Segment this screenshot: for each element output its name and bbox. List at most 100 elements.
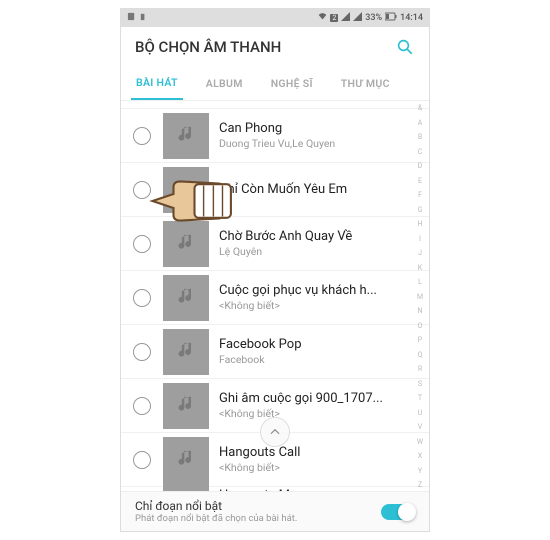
battery-pct: 33% <box>365 13 382 23</box>
alpha-letter[interactable]: S <box>413 381 427 388</box>
song-artist: <Không biết> <box>219 461 411 474</box>
alpha-letter[interactable]: X <box>413 453 427 460</box>
alpha-letter[interactable]: T <box>413 395 427 402</box>
alpha-letter[interactable]: O <box>413 323 427 330</box>
alpha-letter[interactable]: M <box>413 294 427 301</box>
song-meta: Facebook PopFacebook <box>219 337 429 366</box>
alpha-letter[interactable]: K <box>413 265 427 272</box>
sim-icon <box>127 12 136 24</box>
song-title: Ghi âm cuộc gọi 900_1707... <box>219 391 411 406</box>
song-row[interactable]: Facebook PopFacebook <box>121 325 429 379</box>
alpha-letter[interactable]: N <box>413 308 427 315</box>
select-radio[interactable] <box>133 181 151 199</box>
alpha-letter[interactable]: L <box>413 279 427 286</box>
status-bar: 2 33% 14:14 <box>121 9 429 27</box>
alpha-letter[interactable]: D <box>413 163 427 170</box>
song-meta: Chỉ Còn Muốn Yêu Em <box>219 182 429 198</box>
song-artist: <Không biết> <box>219 407 411 420</box>
song-row[interactable]: Chỉ Còn Muốn Yêu Em <box>121 163 429 217</box>
song-title: Chờ Bước Anh Quay Về <box>219 229 411 244</box>
tab-folders[interactable]: THƯ MỤC <box>336 67 395 100</box>
song-title: Can Phong <box>219 121 411 136</box>
search-button[interactable] <box>395 37 415 57</box>
select-radio[interactable] <box>133 397 151 415</box>
footer-subtitle: Phát đoạn nổi bật đã chọn của bài hát. <box>135 513 297 524</box>
scroll-to-top-button[interactable] <box>260 417 290 447</box>
music-note-icon <box>176 284 196 312</box>
alpha-letter[interactable]: H <box>413 221 427 228</box>
alpha-letter[interactable]: J <box>413 250 427 257</box>
album-thumb <box>163 221 209 267</box>
song-artist: Facebook <box>219 353 411 366</box>
song-title: Hangouts Call <box>219 445 411 460</box>
alpha-letter[interactable]: Q <box>413 352 427 359</box>
alpha-letter[interactable]: I <box>413 236 427 243</box>
status-right: 2 33% 14:14 <box>318 12 423 24</box>
album-thumb <box>163 383 209 429</box>
song-title: Facebook Pop <box>219 337 411 352</box>
footer-text-block: Chỉ đoạn nổi bật Phát đoạn nổi bật đã ch… <box>135 499 297 524</box>
highlight-toggle[interactable] <box>381 504 415 520</box>
song-artist: <Không biết> <box>219 299 411 312</box>
song-meta: Hangouts Call<Không biết> <box>219 445 429 474</box>
clock: 14:14 <box>400 13 423 23</box>
song-row[interactable]: Chờ Bước Anh Quay VềLệ Quyên <box>121 217 429 271</box>
signal-icon <box>341 12 350 24</box>
select-radio[interactable] <box>133 343 151 361</box>
search-icon <box>396 38 414 56</box>
highlight-footer: Chỉ đoạn nổi bật Phát đoạn nổi bật đã ch… <box>121 491 429 531</box>
alpha-letter[interactable]: W <box>413 439 427 446</box>
alpha-letter[interactable]: V <box>413 424 427 431</box>
alpha-letter[interactable]: E <box>413 178 427 185</box>
song-title: Cuộc gọi phục vụ khách h... <box>219 283 411 298</box>
alpha-letter[interactable]: F <box>413 192 427 199</box>
album-thumb <box>163 329 209 375</box>
chevron-up-icon <box>268 425 282 439</box>
music-note-icon <box>176 122 196 150</box>
select-radio[interactable] <box>133 235 151 253</box>
status-left <box>127 12 148 24</box>
select-radio[interactable] <box>133 289 151 307</box>
alpha-letter[interactable]: A <box>413 120 427 127</box>
footer-title: Chỉ đoạn nổi bật <box>135 499 297 513</box>
alpha-letter[interactable]: R <box>413 366 427 373</box>
alpha-letter[interactable]: Y <box>413 468 427 475</box>
song-row[interactable]: Can PhongDuong Trieu Vu,Le Quyen <box>121 109 429 163</box>
music-note-icon <box>176 176 196 204</box>
tab-artists[interactable]: NGHỆ SĨ <box>266 67 318 100</box>
song-meta: Can PhongDuong Trieu Vu,Le Quyen <box>219 121 429 150</box>
song-meta: Chờ Bước Anh Quay VềLệ Quyên <box>219 229 429 258</box>
tabs: BÀI HÁT ALBUM NGHỆ SĨ THƯ MỤC <box>121 67 429 101</box>
song-meta: Cuộc gọi phục vụ khách h...<Không biết> <box>219 283 429 312</box>
alpha-letter[interactable]: B <box>413 134 427 141</box>
song-row[interactable]: Cuộc gọi phục vụ khách h...<Không biết> <box>121 271 429 325</box>
song-artist: Duong Trieu Vu,Le Quyen <box>219 137 411 150</box>
alpha-letter[interactable]: & <box>413 105 427 112</box>
tab-albums[interactable]: ALBUM <box>201 67 248 100</box>
music-note-icon <box>176 446 196 474</box>
album-thumb <box>163 113 209 159</box>
battery-icon <box>139 12 148 24</box>
alpha-index[interactable]: & AB CD EF GH IJ KL MN OP QR ST UV WX YZ <box>413 105 427 489</box>
alpha-letter[interactable]: P <box>413 337 427 344</box>
toggle-knob <box>398 503 416 521</box>
signal-icon-2 <box>353 12 362 24</box>
select-radio[interactable] <box>133 451 151 469</box>
phone-frame: 2 33% 14:14 BỘ CHỌN ÂM THANH BÀI HÁT ALB… <box>120 8 430 532</box>
album-thumb <box>163 437 209 483</box>
album-thumb <box>163 167 209 213</box>
select-radio[interactable] <box>133 127 151 145</box>
song-title: Chỉ Còn Muốn Yêu Em <box>219 182 411 197</box>
song-meta: Ghi âm cuộc gọi 900_1707...<Không biết> <box>219 391 429 420</box>
album-thumb <box>163 275 209 321</box>
page-title: BỘ CHỌN ÂM THANH <box>135 38 281 56</box>
wifi-icon <box>318 12 327 24</box>
alpha-letter[interactable]: U <box>413 410 427 417</box>
tab-songs[interactable]: BÀI HÁT <box>131 67 183 100</box>
alpha-letter[interactable]: Z <box>413 482 427 489</box>
app-header: BỘ CHỌN ÂM THANH <box>121 27 429 67</box>
song-artist: Lệ Quyên <box>219 245 411 258</box>
alpha-letter[interactable]: C <box>413 149 427 156</box>
partial-row-top <box>121 101 429 109</box>
alpha-letter[interactable]: G <box>413 207 427 214</box>
